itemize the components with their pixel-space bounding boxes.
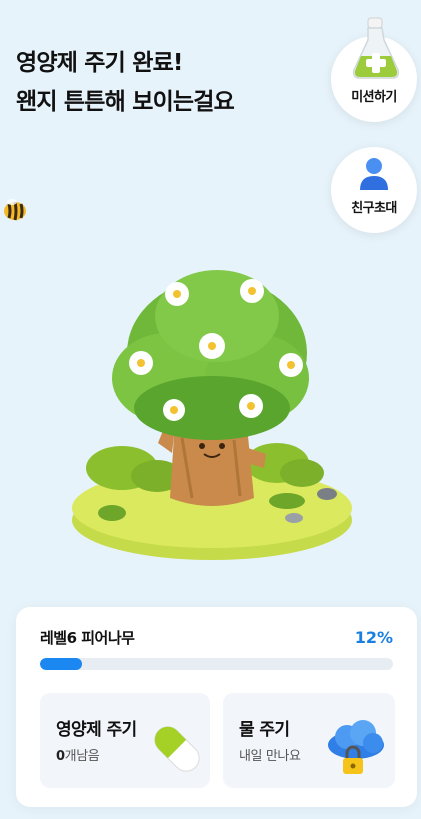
- level-row: 레벨6 피어나무 12%: [40, 627, 393, 648]
- level-progress-fill: [40, 658, 83, 670]
- tree-illustration: [72, 270, 352, 560]
- give-water-button[interactable]: 물 주기 내일 만나요: [223, 693, 395, 788]
- progress-percent: 12%: [354, 628, 393, 647]
- potion-flask-icon: [352, 17, 400, 79]
- give-water-title: 물 주기: [239, 720, 290, 740]
- tree-level-label: 레벨6 피어나무: [40, 629, 135, 647]
- headline-line-2: 왠지 튼튼해 보이는걸요: [16, 89, 235, 115]
- bee-icon: [4, 199, 26, 221]
- nutrient-remaining-suffix: 개남음: [64, 749, 100, 764]
- headline: 영양제 주기 완료! 왠지 튼튼해 보이는걸요: [16, 44, 235, 122]
- give-nutrient-button[interactable]: 영양제 주기 0개남음: [40, 693, 210, 788]
- tree-status-card: 레벨6 피어나무 12% 영양제 주기 0개남음 물 주기 내일 만나요: [16, 607, 417, 807]
- person-icon: [360, 158, 388, 190]
- give-water-subtitle: 내일 만나요: [239, 749, 301, 764]
- mission-button-label: 미션하기: [351, 90, 397, 105]
- level-progress-bar: [40, 658, 393, 670]
- give-nutrient-title: 영양제 주기: [56, 720, 137, 740]
- mission-button[interactable]: 미션하기: [331, 17, 417, 122]
- nutrient-remaining-count: 0: [56, 749, 65, 764]
- capsule-pill-icon: [154, 726, 200, 772]
- invite-friend-button[interactable]: 친구초대: [331, 147, 417, 233]
- headline-line-1: 영양제 주기 완료!: [16, 50, 183, 76]
- invite-friend-label: 친구초대: [351, 201, 397, 216]
- nutrient-remaining: 0개남음: [56, 745, 100, 764]
- locked-cloud-icon: [328, 720, 384, 774]
